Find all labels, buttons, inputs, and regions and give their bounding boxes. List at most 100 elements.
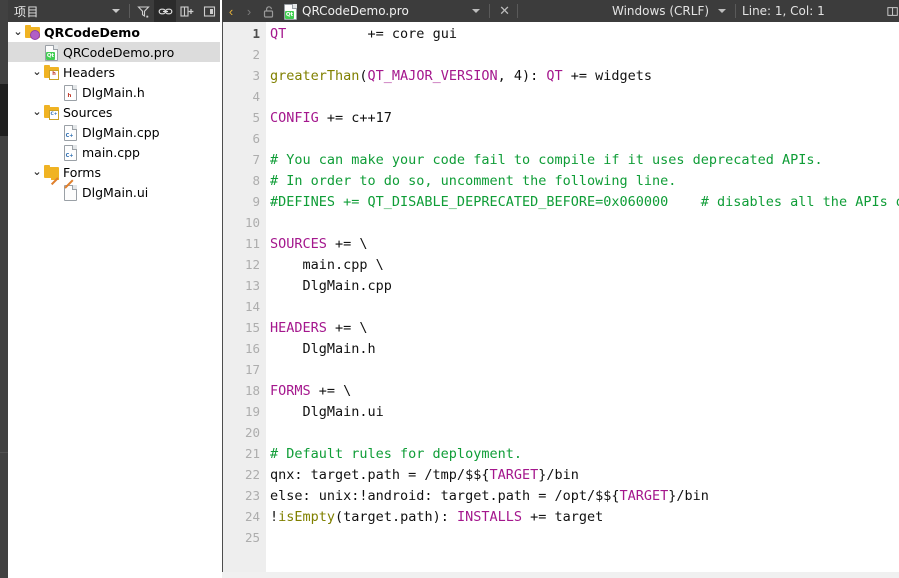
filter-dropdown-caret-icon[interactable] <box>105 0 127 22</box>
code-line: FORMS += \ <box>270 383 351 399</box>
code-line: else: unix:!android: target.path = /opt/… <box>270 488 709 504</box>
line-ending-label[interactable]: Windows (CRLF) <box>612 4 709 18</box>
tree-row[interactable]: ⌄ C+ Sources <box>8 102 220 122</box>
header-file-icon: h <box>63 84 78 101</box>
code-token: ( <box>359 68 368 84</box>
line-number-gutter: 1 2 3 4 5 6 7 8 9 10 11 12 13 14 15 16 17 18 19 20 21 22 23 24 2… <box>223 22 266 572</box>
cpp-badge: C+ <box>49 110 59 120</box>
line-number: 1 <box>252 26 260 41</box>
close-sidebar-button[interactable] <box>198 0 220 22</box>
code-text-area[interactable]: QT += core gui greaterThan(QT_MAJOR_VERSI… <box>266 22 899 572</box>
h-badge: h <box>65 92 74 100</box>
chevron-down-icon <box>718 9 727 13</box>
mode-selector-strip[interactable] <box>0 0 8 578</box>
navigate-back-button[interactable]: ‹ <box>222 4 240 19</box>
code-token: greaterThan <box>270 68 360 84</box>
editor-bottom-band <box>222 572 899 578</box>
editor-file-name[interactable]: QRCodeDemo.pro <box>298 4 409 18</box>
mode-selector-active-item[interactable] <box>0 84 8 136</box>
code-token: QT_MAJOR_VERSION <box>367 68 498 84</box>
expand-collapse-chevron-icon[interactable]: ⌄ <box>30 107 44 118</box>
code-token: DlgMain.h <box>270 341 376 357</box>
editor-file-icon: Qt <box>283 3 298 20</box>
cpp-file-icon: C+ <box>63 124 78 141</box>
tree-item-label: Forms <box>63 164 102 180</box>
expand-collapse-chevron-icon[interactable]: ⌄ <box>30 167 44 178</box>
h-badge: h <box>49 70 59 80</box>
link-with-editor-button[interactable] <box>154 0 176 22</box>
expand-collapse-chevron-icon[interactable]: ⌄ <box>30 67 44 78</box>
code-token: DlgMain.cpp <box>270 278 392 294</box>
filter-button[interactable] <box>132 0 154 22</box>
page-fold <box>72 185 77 190</box>
code-token: += \ <box>310 383 352 399</box>
tree-row[interactable]: C+ main.cpp <box>8 142 220 162</box>
code-token: (target.path): <box>335 509 457 525</box>
tree-item-label: main.cpp <box>82 144 140 160</box>
toolbar-separator <box>489 4 491 18</box>
gear-badge-icon <box>30 30 40 40</box>
tree-row[interactable]: ⌄ h Headers <box>8 62 220 82</box>
code-token: QT <box>270 26 287 42</box>
line-number: 9 <box>252 194 260 209</box>
qt-badge: Qt <box>46 52 55 60</box>
code-token: CONFIG <box>270 110 319 126</box>
cursor-position-label[interactable]: Line: 1, Col: 1 <box>742 4 825 18</box>
tree-row[interactable]: ⌄ QRCodeDemo <box>8 22 220 42</box>
tree-row[interactable]: Qt QRCodeDemo.pro <box>8 42 220 62</box>
split-add-icon <box>180 5 194 17</box>
tree-item-label: Headers <box>63 64 116 80</box>
split-editor-button[interactable] <box>881 0 899 22</box>
code-line: main.cpp \ <box>270 257 384 273</box>
mode-selector-divider <box>0 452 8 453</box>
project-file-tree[interactable]: ⌄ QRCodeDemo Qt QRCodeDemo.pro ⌄ h Headers h Dlg… <box>8 22 220 578</box>
code-line: QT += core gui <box>270 26 457 42</box>
code-token: main.cpp \ <box>270 257 384 273</box>
split-add-button[interactable] <box>176 0 198 22</box>
toolbar-separator-3 <box>735 4 737 18</box>
navigate-forward-button[interactable]: › <box>240 4 258 19</box>
code-token: += target <box>522 509 604 525</box>
code-token: # Default rules for deployment. <box>270 446 522 462</box>
line-number: 12 <box>244 257 260 272</box>
page-fold <box>72 125 77 130</box>
tree-item-label: DlgMain.ui <box>82 184 149 200</box>
code-token: isEmpty <box>278 509 336 525</box>
expand-collapse-chevron-icon[interactable]: ⌄ <box>11 27 25 38</box>
project-tree-panel: 项目 ⌄ QRCodeDemo Qt QRCodeDemo.pro ⌄ h He… <box>8 0 220 578</box>
tree-item-label: DlgMain.cpp <box>82 124 160 140</box>
lock-document-button[interactable] <box>258 5 280 18</box>
code-token: qnx: target.path = /tmp/$${ <box>270 467 490 483</box>
code-line: DlgMain.h <box>270 341 376 357</box>
tree-item-label: QRCodeDemo <box>44 24 140 40</box>
page-fold <box>53 45 58 50</box>
open-documents-dropdown[interactable] <box>465 0 487 22</box>
tree-row[interactable]: ⌄ Forms <box>8 162 220 186</box>
code-line: #DEFINES += QT_DISABLE_DEPRECATED_BEFORE… <box>270 194 899 210</box>
code-token: # You can make your code fail to compile… <box>270 152 823 168</box>
editor-panel: ‹ › Qt QRCodeDemo.pro ✕ Windows (CRLF) L… <box>222 0 899 578</box>
unlocked-padlock-icon <box>263 5 274 18</box>
line-number: 25 <box>244 530 260 545</box>
line-number: 22 <box>244 467 260 482</box>
close-document-button[interactable]: ✕ <box>492 3 517 19</box>
code-line: !isEmpty(target.path): INSTALLS += targe… <box>270 509 603 525</box>
code-token: #DEFINES += QT_DISABLE_DEPRECATED_BEFORE… <box>270 194 899 210</box>
code-token: += \ <box>326 236 368 252</box>
line-number: 7 <box>252 152 260 167</box>
code-line: # In order to do so, uncomment the follo… <box>270 173 676 189</box>
tree-row[interactable]: C+ DlgMain.cpp <box>8 122 220 142</box>
line-ending-dropdown[interactable] <box>709 0 735 22</box>
code-token: , 4): <box>497 68 547 84</box>
code-line: DlgMain.cpp <box>270 278 392 294</box>
line-number: 18 <box>244 383 260 398</box>
editor-toolbar: ‹ › Qt QRCodeDemo.pro ✕ Windows (CRLF) L… <box>222 0 899 22</box>
tree-row[interactable]: DlgMain.ui <box>8 179 220 202</box>
tree-row[interactable]: h DlgMain.h <box>8 82 220 102</box>
line-number: 3 <box>252 68 260 83</box>
line-number: 14 <box>244 299 260 314</box>
code-token: FORMS <box>270 383 311 399</box>
code-editor[interactable]: 1 2 3 4 5 6 7 8 9 10 11 12 13 14 15 16 17 18 19 20 21 22 23 24 2… <box>222 22 899 578</box>
code-token: }/bin <box>538 467 579 483</box>
code-line: qnx: target.path = /tmp/$${TARGET}/bin <box>270 467 579 483</box>
